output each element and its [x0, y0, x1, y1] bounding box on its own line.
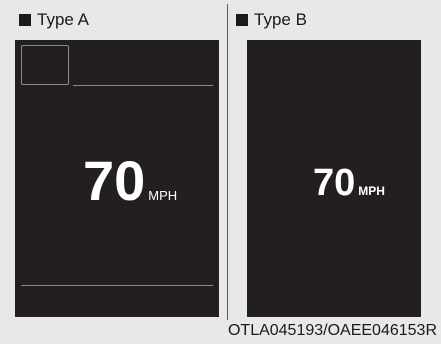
bottom-divider-line	[21, 285, 213, 286]
type-a-speed-readout: 70 MPH	[83, 153, 177, 209]
type-a-heading: Type A	[19, 11, 89, 28]
type-a-display: 70 MPH	[15, 40, 219, 317]
type-b-speed-value: 70	[313, 162, 356, 204]
indicator-box-outline	[21, 45, 69, 85]
type-a-speed-value: 70	[83, 149, 146, 212]
type-a-label: Type A	[37, 10, 89, 29]
square-bullet-icon	[19, 13, 31, 26]
type-b-speed-unit: MPH	[358, 184, 385, 198]
panel-divider	[227, 4, 228, 320]
type-b-speed-readout: 70 MPH	[313, 164, 385, 202]
square-bullet-icon	[236, 13, 248, 26]
type-b-heading: Type B	[236, 11, 307, 28]
type-b-label: Type B	[254, 10, 307, 29]
type-b-display: 70 MPH	[247, 40, 421, 317]
figure-code: OTLA045193/OAEE046153R	[227, 322, 437, 339]
type-a-speed-unit: MPH	[148, 188, 178, 203]
top-divider-line	[73, 85, 213, 86]
